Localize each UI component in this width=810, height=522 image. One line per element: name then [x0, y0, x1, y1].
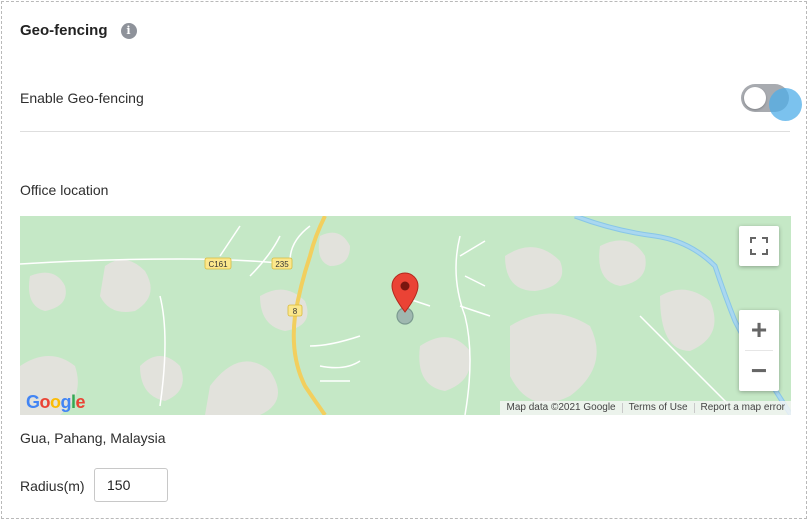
terms-of-use-link[interactable]: Terms of Use	[623, 401, 694, 415]
road-label-text: C161	[208, 260, 228, 269]
section-title: Geo-fencing	[20, 22, 108, 39]
map-data-text: Map data ©2021 Google	[506, 402, 616, 413]
road-label-8: 8	[287, 304, 303, 317]
fullscreen-button[interactable]	[739, 226, 779, 266]
divider	[20, 131, 790, 132]
report-map-error-link[interactable]: Report a map error	[695, 401, 791, 415]
map-terrain: C161 235 8	[20, 216, 791, 415]
office-map[interactable]: C161 235 8 + − Google Map data ©2021 Goo…	[20, 216, 791, 415]
fullscreen-icon	[750, 237, 768, 255]
toggle-knob	[744, 87, 766, 109]
road-label-text: 235	[275, 260, 289, 269]
info-icon[interactable]: i	[120, 22, 137, 39]
section-header: Geo-fencing i	[20, 22, 137, 39]
road-label-c161: C161	[204, 257, 232, 270]
zoom-out-button[interactable]: −	[739, 351, 779, 391]
zoom-control: + −	[739, 310, 779, 391]
map-attribution: Map data ©2021 Google Terms of Use Repor…	[500, 401, 791, 415]
google-logo: Google	[26, 392, 86, 412]
road-label-235: 235	[271, 257, 293, 270]
road-label-text: 8	[293, 307, 298, 316]
enable-geofencing-label: Enable Geo-fencing	[20, 90, 144, 106]
office-location-label: Office location	[20, 182, 109, 198]
geofencing-panel: Geo-fencing i Enable Geo-fencing Office …	[1, 1, 807, 519]
office-address: Gua, Pahang, Malaysia	[20, 430, 166, 446]
radius-input[interactable]	[94, 468, 168, 502]
zoom-in-button[interactable]: +	[739, 310, 779, 350]
enable-geofencing-toggle[interactable]	[741, 84, 802, 121]
radius-label: Radius(m)	[20, 478, 85, 494]
toggle-ripple	[769, 88, 802, 121]
location-pin-icon[interactable]	[391, 272, 419, 325]
